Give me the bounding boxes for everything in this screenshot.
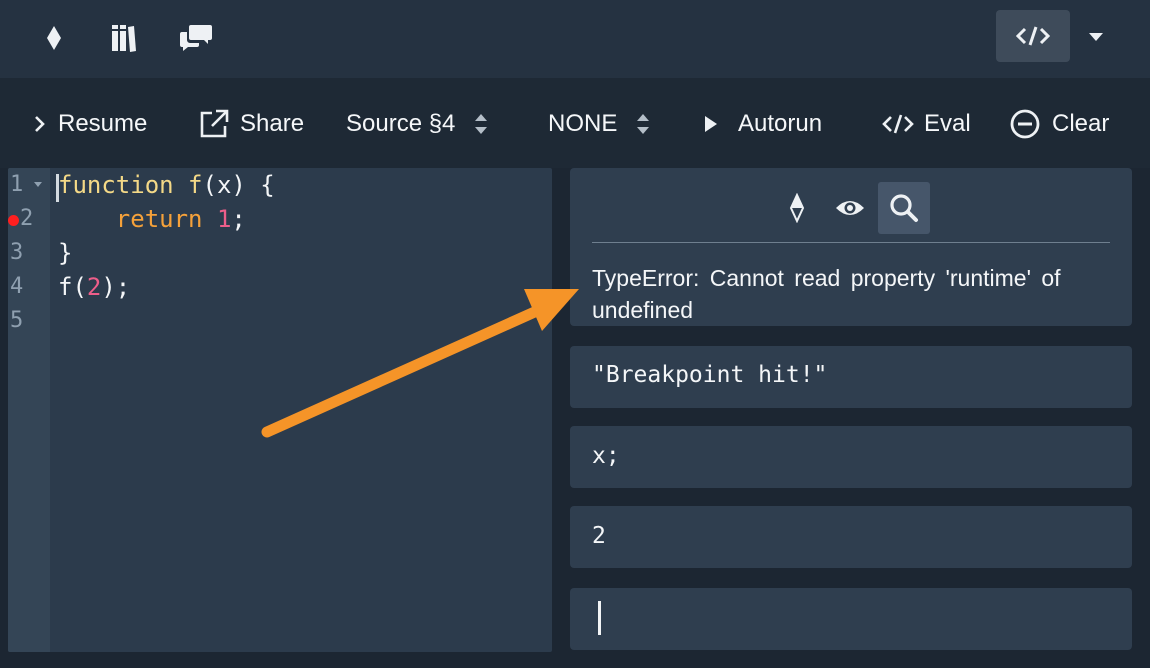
annotation-arrow: [261, 289, 579, 438]
